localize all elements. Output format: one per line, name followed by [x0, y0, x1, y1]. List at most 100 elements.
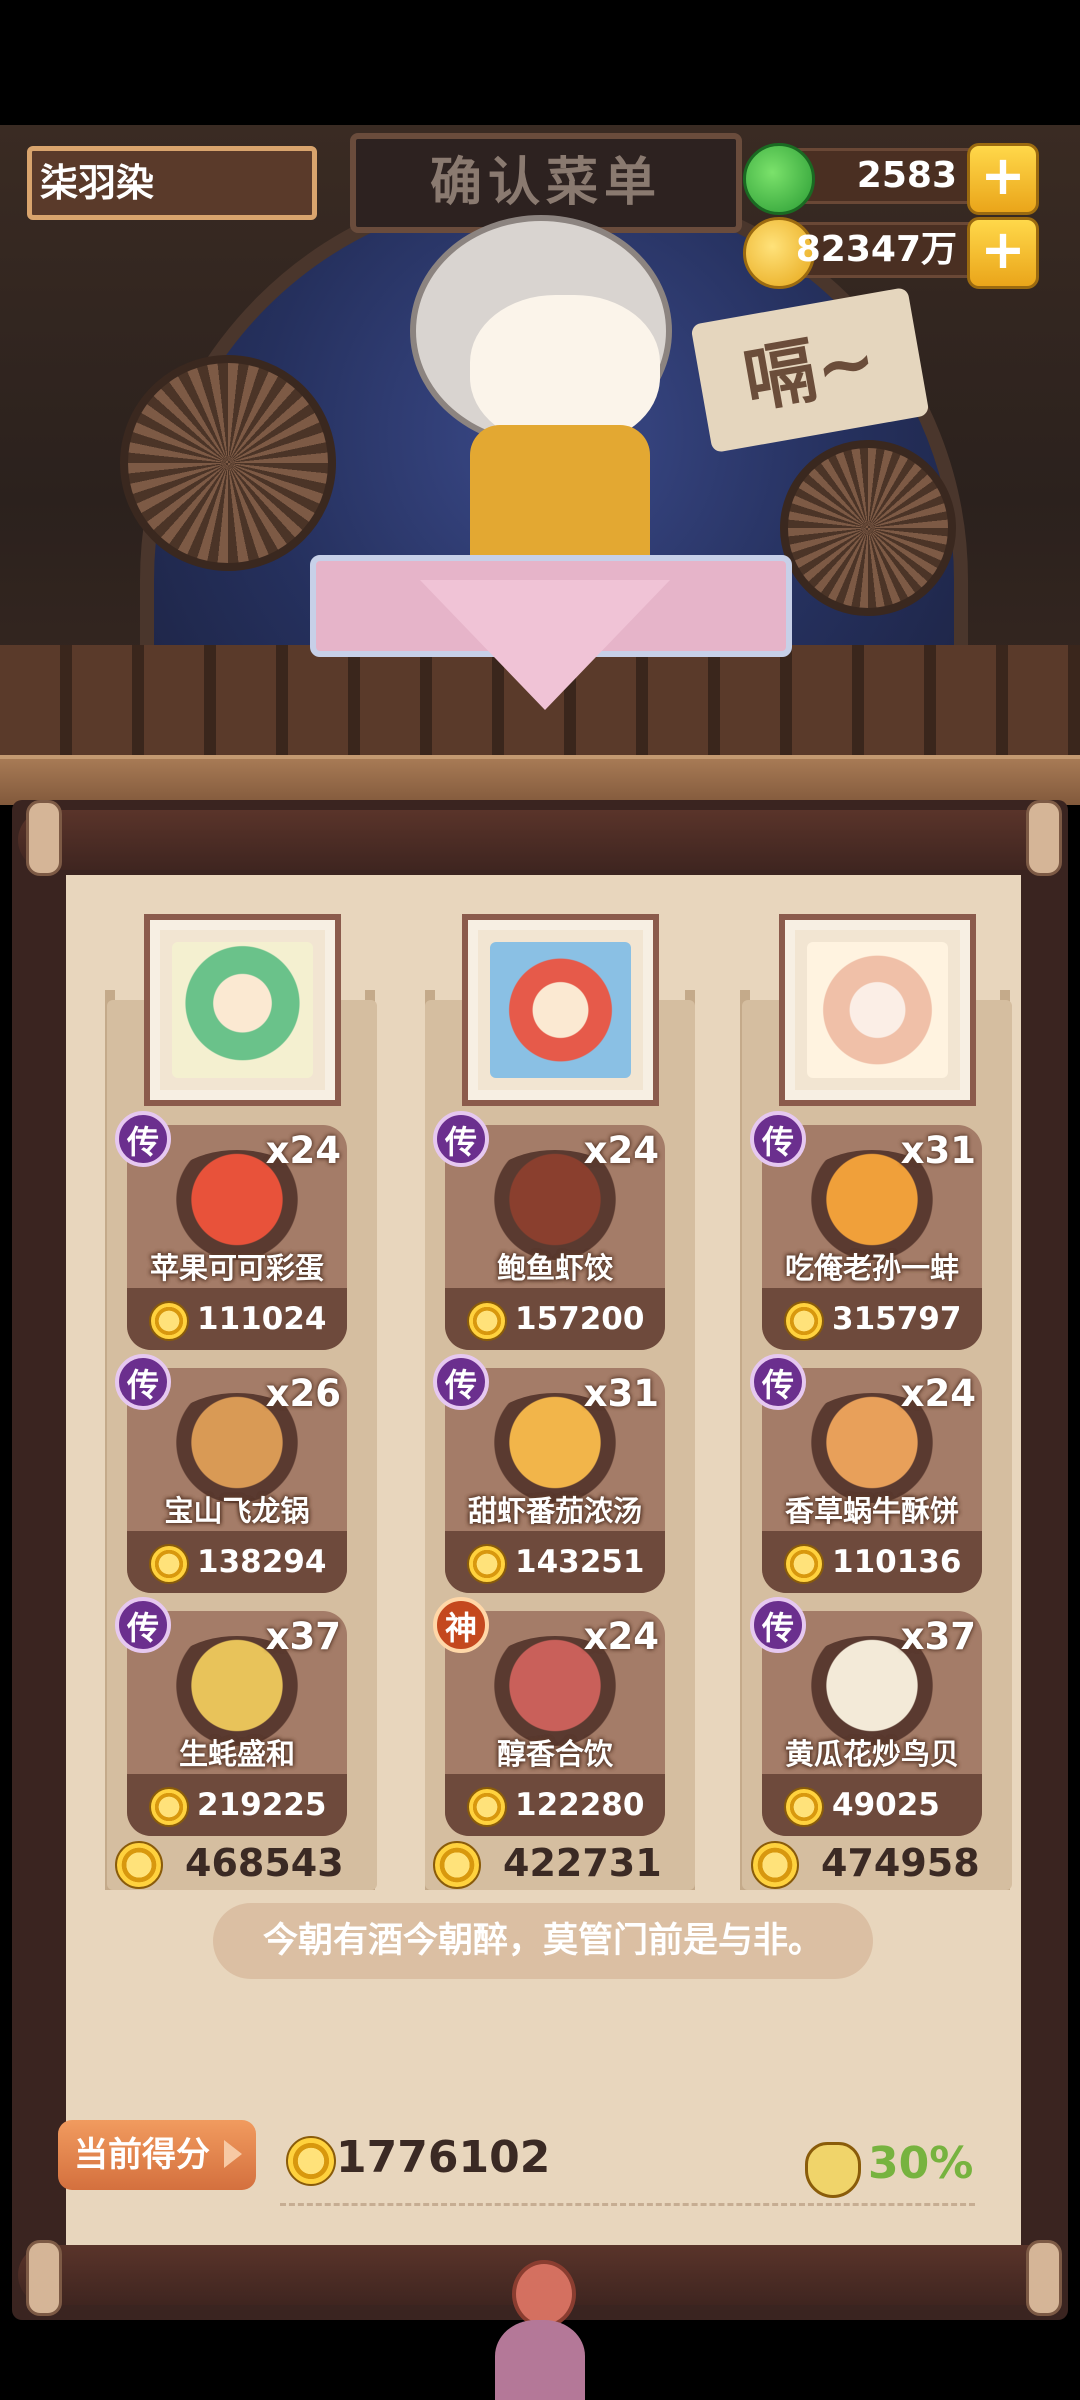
customer-avatar-icon	[172, 942, 313, 1078]
character-face	[470, 295, 660, 445]
player-name[interactable]: 柒羽染	[27, 146, 317, 220]
coin-value: 82347万	[795, 229, 957, 270]
grade-badge: 传	[750, 1597, 806, 1653]
dish-price-value: 49025	[832, 1787, 940, 1823]
rod-cap-icon	[1026, 800, 1062, 876]
coin-icon	[784, 1301, 824, 1341]
column-total-value: 468543	[185, 1841, 344, 1885]
dish-name: 苹果可可彩蛋	[149, 1251, 324, 1285]
coin-icon	[751, 1841, 799, 1889]
customer-portrait-2[interactable]	[462, 914, 659, 1106]
dish-price-value: 219225	[197, 1787, 327, 1823]
dish-name: 吃俺老孙一蚌	[784, 1251, 959, 1285]
divider	[280, 2203, 975, 2206]
dish-price: 143251	[445, 1531, 665, 1593]
dish-price: 49025	[762, 1774, 982, 1836]
dish-card[interactable]: 传 x24 香草蜗牛酥饼 110136	[750, 1354, 982, 1593]
dish-name: 黄瓜花炒鸟贝	[784, 1737, 959, 1771]
coin-counter: 82347万 +	[743, 217, 1039, 289]
dish-name: 鲍鱼虾饺	[496, 1251, 613, 1285]
coin-icon	[467, 1301, 507, 1341]
coin-icon	[433, 1841, 481, 1889]
bonus-percent: 30%	[868, 2138, 974, 2189]
dish-card[interactable]: 传 x31 吃俺老孙一蚌 315797	[750, 1111, 982, 1350]
coin-icon	[286, 2136, 336, 2186]
play-arrow-icon	[224, 2140, 242, 2168]
current-score-button[interactable]: 当前得分	[58, 2120, 256, 2190]
dish-card[interactable]: 传 x24 鲍鱼虾饺 157200	[433, 1111, 665, 1350]
grade-badge: 神	[433, 1597, 489, 1653]
add-coin-button[interactable]: +	[967, 217, 1039, 289]
wooden-beam	[0, 755, 1080, 805]
coin-icon	[115, 1841, 163, 1889]
dish-quantity: x24	[583, 1615, 659, 1658]
scroll-rod-top	[18, 810, 1062, 870]
dish-price: 157200	[445, 1288, 665, 1350]
column-total-value: 474958	[821, 1841, 980, 1885]
coin-icon	[784, 1544, 824, 1584]
dish-price: 122280	[445, 1774, 665, 1836]
dish-quantity: x37	[900, 1615, 976, 1658]
customer-avatar-icon	[807, 942, 948, 1078]
score-value: 1776102	[336, 2132, 551, 2183]
dish-price-value: 122280	[515, 1787, 645, 1823]
money-bag-icon	[805, 2142, 861, 2198]
dish-card[interactable]: 传 x31 甜虾番茄浓汤 143251	[433, 1354, 665, 1593]
coin-icon	[149, 1787, 189, 1827]
coin-icon	[784, 1787, 824, 1827]
current-score-label: 当前得分	[74, 2135, 210, 2175]
dish-card[interactable]: 传 x37 黄瓜花炒鸟贝 49025	[750, 1597, 982, 1836]
coin-icon	[467, 1787, 507, 1827]
grade-badge: 传	[115, 1597, 171, 1653]
fan-left-icon	[120, 355, 336, 571]
dish-name: 醇香合饮	[496, 1737, 613, 1771]
dish-card[interactable]: 神 x24 醇香合饮 122280	[433, 1597, 665, 1836]
grade-badge: 传	[750, 1111, 806, 1167]
dish-name: 香草蜗牛酥饼	[784, 1494, 959, 1528]
grade-badge: 传	[750, 1354, 806, 1410]
tassel-icon	[490, 2260, 590, 2400]
grade-badge: 传	[115, 1111, 171, 1167]
rod-cap-icon	[1026, 2240, 1062, 2316]
customer-avatar-icon	[490, 942, 631, 1078]
column-total-value: 422731	[503, 1841, 662, 1885]
dish-price-value: 157200	[515, 1301, 645, 1337]
jade-icon	[743, 143, 815, 215]
dish-price-value: 315797	[832, 1301, 962, 1337]
dish-price: 110136	[762, 1531, 982, 1593]
dish-price-value: 138294	[197, 1544, 327, 1580]
coin-icon	[149, 1301, 189, 1341]
add-jade-button[interactable]: +	[967, 143, 1039, 215]
grade-badge: 传	[115, 1354, 171, 1410]
dish-quantity: x31	[900, 1129, 976, 1172]
dish-price-value: 111024	[197, 1301, 327, 1337]
dish-card[interactable]: 传 x26 宝山飞龙锅 138294	[115, 1354, 347, 1593]
rod-cap-icon	[26, 2240, 62, 2316]
quote-banner: 今朝有酒今朝醉，莫管门前是与非。	[213, 1903, 873, 1979]
dish-price: 138294	[127, 1531, 347, 1593]
status-bar	[0, 0, 1080, 125]
dish-name: 宝山飞龙锅	[164, 1494, 310, 1528]
coin-icon	[467, 1544, 507, 1584]
dish-quantity: x26	[265, 1372, 341, 1415]
dish-price-value: 110136	[832, 1544, 962, 1580]
dish-card[interactable]: 传 x24 苹果可可彩蛋 111024	[115, 1111, 347, 1350]
fan-right-icon	[780, 440, 956, 616]
dish-quantity: x24	[265, 1129, 341, 1172]
rod-cap-icon	[26, 800, 62, 876]
customer-portrait-1[interactable]	[144, 914, 341, 1106]
column-total-2: 422731	[433, 1835, 693, 1891]
dish-card[interactable]: 传 x37 生蚝盛和 219225	[115, 1597, 347, 1836]
customer-portrait-3[interactable]	[779, 914, 976, 1106]
dish-quantity: x37	[265, 1615, 341, 1658]
dish-price: 219225	[127, 1774, 347, 1836]
coin-icon	[149, 1544, 189, 1584]
jade-value: 2583	[856, 155, 957, 196]
dish-quantity: x31	[583, 1372, 659, 1415]
jade-counter: 2583 +	[743, 143, 1039, 215]
dish-name: 甜虾番茄浓汤	[467, 1494, 642, 1528]
dish-quantity: x24	[583, 1129, 659, 1172]
dish-price: 315797	[762, 1288, 982, 1350]
dish-name: 生蚝盛和	[178, 1737, 295, 1771]
grade-badge: 传	[433, 1111, 489, 1167]
